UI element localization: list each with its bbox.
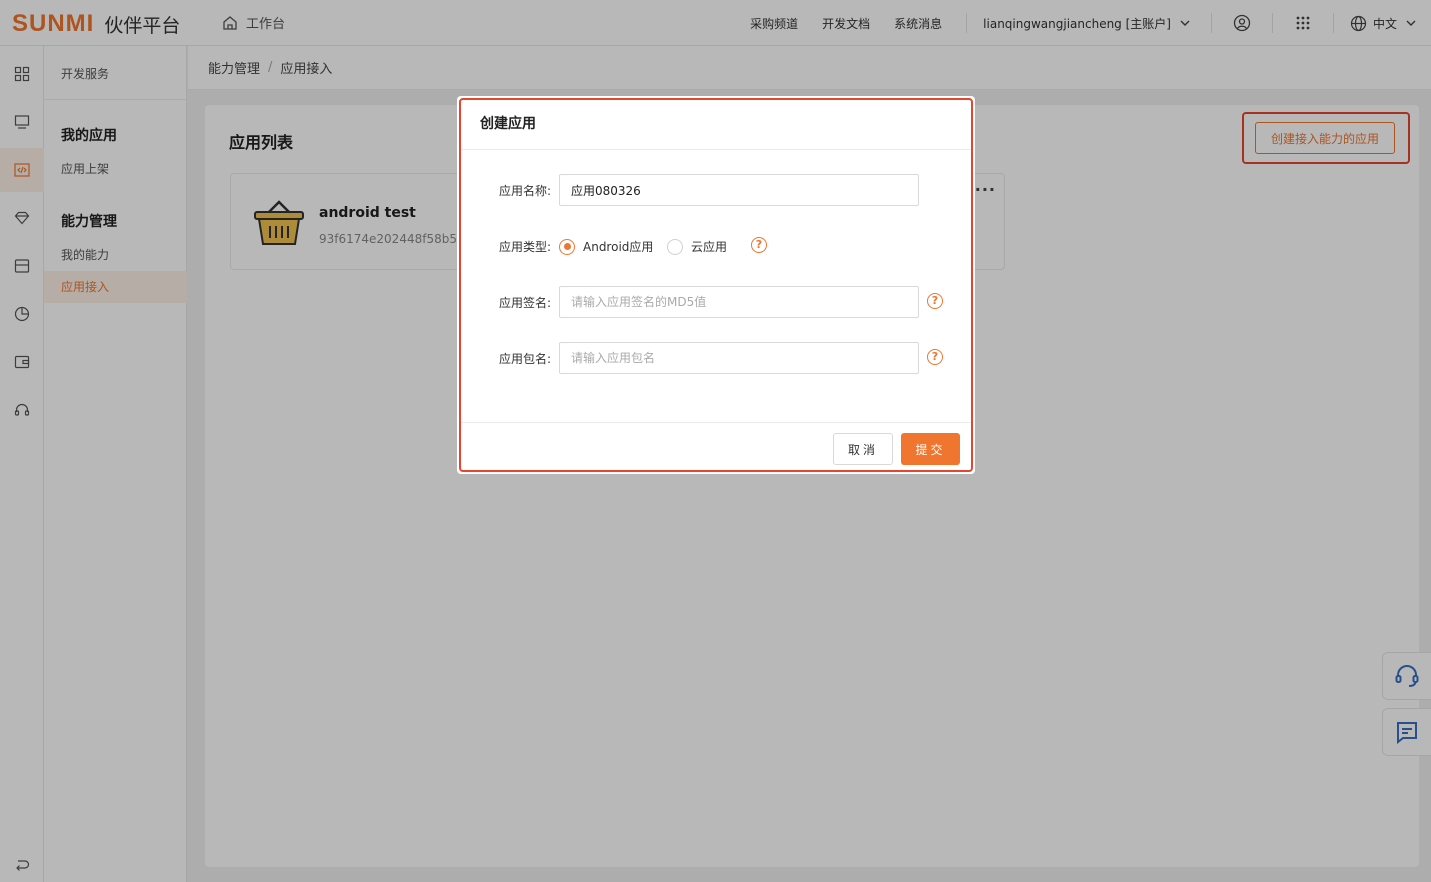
type-help-icon[interactable]: ? xyxy=(751,237,767,253)
package-help-icon[interactable]: ? xyxy=(927,349,943,365)
cancel-button[interactable]: 取消 xyxy=(833,433,893,465)
modal-title: 创建应用 xyxy=(480,116,536,132)
radio-cloud-dot[interactable] xyxy=(667,238,683,255)
radio-android-label: Android应用 xyxy=(583,240,654,254)
radio-android-dot[interactable] xyxy=(559,238,575,255)
app-signature-label: 应用签名: xyxy=(498,296,551,310)
app-signature-input[interactable] xyxy=(559,286,919,318)
radio-cloud-label: 云应用 xyxy=(691,240,728,254)
submit-button[interactable]: 提交 xyxy=(901,433,960,465)
create-app-modal xyxy=(457,96,975,474)
app-package-label: 应用包名: xyxy=(498,352,551,366)
signature-help-icon[interactable]: ? xyxy=(927,293,943,309)
app-name-input[interactable] xyxy=(559,174,919,206)
radio-android[interactable]: Android应用 xyxy=(559,238,653,255)
app-name-label: 应用名称: xyxy=(498,184,551,198)
radio-cloud[interactable]: 云应用 xyxy=(667,238,727,255)
app-package-input[interactable] xyxy=(559,342,919,374)
modal-footer-divider xyxy=(461,422,971,423)
app-type-label: 应用类型: xyxy=(498,240,551,254)
modal-header-divider xyxy=(461,149,971,150)
